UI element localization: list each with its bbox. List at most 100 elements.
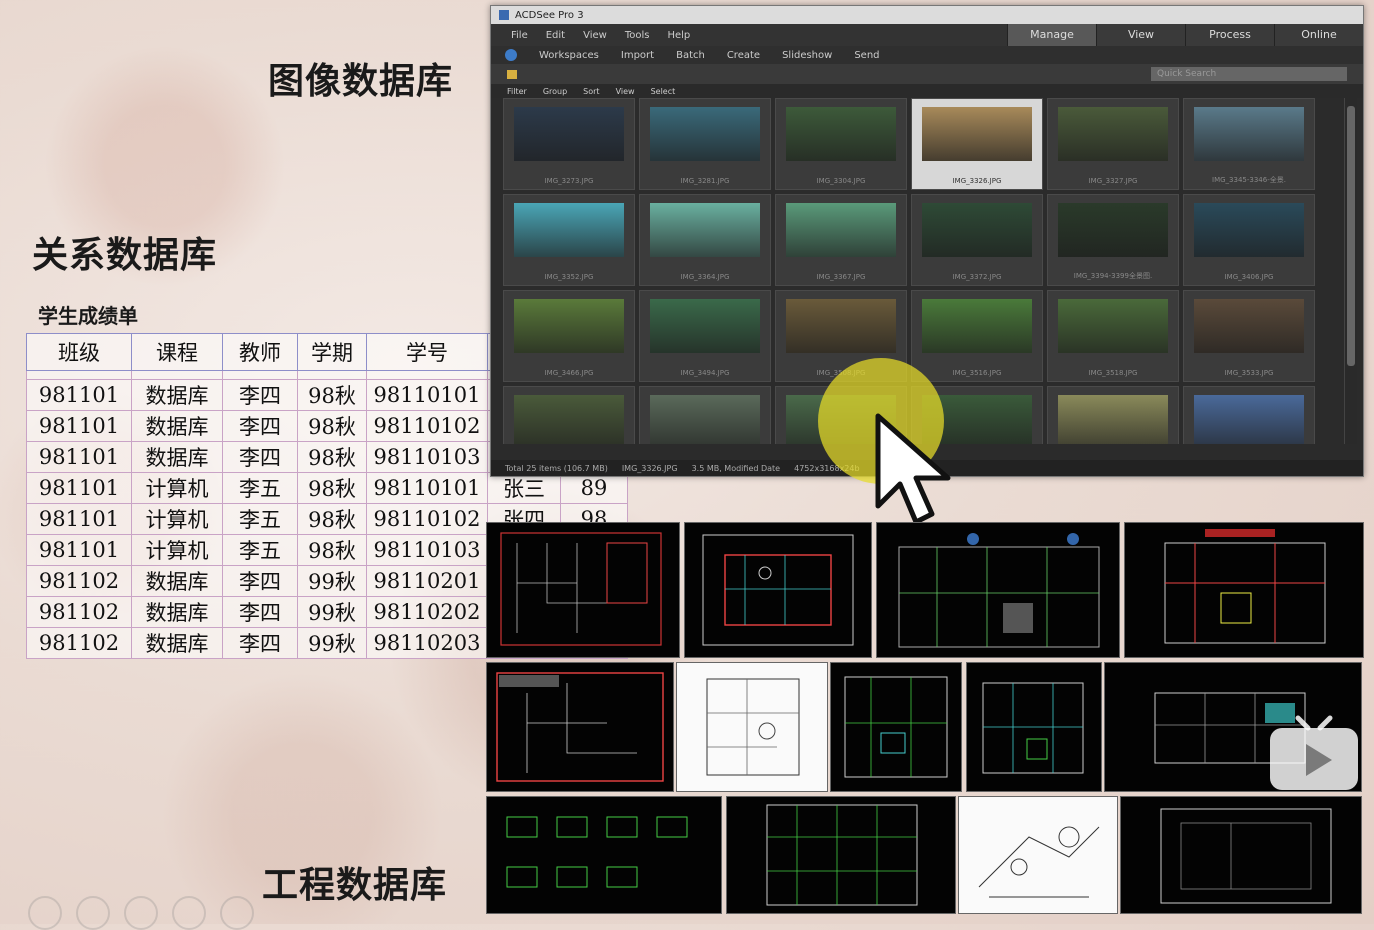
thumbnail-filename: IMG_3367.JPG	[816, 273, 866, 281]
table-cell: 981101	[26, 503, 132, 535]
thumbnail-item[interactable]: IMG_3394-3399全景图.	[1047, 194, 1179, 286]
thumbnail-filename: IMG_3352.JPG	[544, 273, 594, 281]
table-cell: 98秋	[297, 534, 367, 566]
group-menu[interactable]: Group	[543, 87, 567, 96]
table-cell: 计算机	[131, 534, 223, 566]
tab-view[interactable]: View	[1096, 24, 1185, 46]
thumbnail-image	[1058, 299, 1168, 353]
cad-drawing-4	[1124, 522, 1364, 658]
table-cell: 计算机	[131, 472, 223, 504]
folder-icon	[507, 69, 517, 79]
select-menu[interactable]: Select	[651, 87, 676, 96]
thumbnail-item[interactable]	[1047, 386, 1179, 444]
table-cell: 李四	[222, 565, 298, 597]
cad-drawing-8	[966, 662, 1102, 792]
thumbnail-item[interactable]: IMG_3352.JPG	[503, 194, 635, 286]
table-cell: 981101	[26, 410, 132, 442]
table-cell: 981101	[26, 472, 132, 504]
thumbnail-item[interactable]	[639, 386, 771, 444]
thumbnail-filename: IMG_3364.JPG	[680, 273, 730, 281]
table-cell: 98秋	[297, 472, 367, 504]
thumbnail-image	[1194, 299, 1304, 353]
thumbnail-item[interactable]: IMG_3406.JPG	[1183, 194, 1315, 286]
mode-tabs: Manage View Process Online	[1007, 24, 1363, 46]
thumbnail-item[interactable]: IMG_3327.JPG	[1047, 98, 1179, 190]
more-icon[interactable]	[220, 896, 254, 930]
thumbnail-filename: IMG_3304.JPG	[816, 177, 866, 185]
pen-icon[interactable]	[76, 896, 110, 930]
table-cell: 98110203	[366, 627, 488, 659]
thumbnail-item[interactable]: IMG_3533.JPG	[1183, 290, 1315, 382]
nav-back-icon[interactable]	[505, 49, 517, 61]
slideshow-menu[interactable]: Slideshow	[782, 50, 832, 61]
thumbnail-item[interactable]: IMG_3518.JPG	[1047, 290, 1179, 382]
status-total: Total 25 items (106.7 MB)	[505, 463, 608, 473]
video-play-icon[interactable]	[1268, 714, 1360, 794]
menu-file[interactable]: File	[511, 30, 528, 41]
thumbnail-image	[514, 395, 624, 444]
thumbnail-image	[1058, 203, 1168, 257]
thumbnail-filename: IMG_3516.JPG	[952, 369, 1002, 377]
sort-menu[interactable]: Sort	[583, 87, 599, 96]
thumbnail-item[interactable]: IMG_3345-3346-全景.	[1183, 98, 1315, 190]
thumbnail-image	[650, 299, 760, 353]
import-menu[interactable]: Import	[621, 50, 654, 61]
slides-icon[interactable]	[124, 896, 158, 930]
thumbnail-item[interactable]: IMG_3304.JPG	[775, 98, 907, 190]
scroll-thumb[interactable]	[1347, 106, 1355, 366]
thumbnail-image	[1058, 395, 1168, 444]
thumbnail-item[interactable]	[1183, 386, 1315, 444]
thumbnail-item[interactable]: IMG_3326.JPG	[911, 98, 1043, 190]
workspaces-menu[interactable]: Workspaces	[539, 50, 599, 61]
cad-drawing-12	[958, 796, 1118, 914]
thumbnail-filename: IMG_3327.JPG	[1088, 177, 1138, 185]
prev-icon[interactable]	[28, 896, 62, 930]
create-menu[interactable]: Create	[727, 50, 760, 61]
table-cell: 李四	[222, 596, 298, 628]
table-row: 981101 计算机 李五 98秋 98110101 张三 89	[26, 472, 628, 504]
menu-edit[interactable]: Edit	[546, 30, 565, 41]
tab-process[interactable]: Process	[1185, 24, 1274, 46]
table-cell: 98110201	[366, 565, 488, 597]
table-cell: 张三	[487, 472, 561, 504]
send-menu[interactable]: Send	[854, 50, 879, 61]
table-cell: 李四	[222, 410, 298, 442]
table-cell: 数据库	[131, 627, 223, 659]
thumbnail-item[interactable]: IMG_3516.JPG	[911, 290, 1043, 382]
thumbnail-item[interactable]: IMG_3494.JPG	[639, 290, 771, 382]
grade-table-caption: 学生成绩单	[38, 304, 138, 328]
menu-view[interactable]: View	[583, 30, 607, 41]
thumbnail-image	[514, 203, 624, 257]
thumbnail-image	[1194, 107, 1304, 161]
thumbnail-item[interactable]: IMG_3364.JPG	[639, 194, 771, 286]
table-cell: 99秋	[297, 565, 367, 597]
thumbnail-filename: IMG_3533.JPG	[1224, 369, 1274, 377]
header-course: 课程	[131, 333, 223, 371]
filter-menu[interactable]: Filter	[507, 87, 527, 96]
menu-tools[interactable]: Tools	[625, 30, 650, 41]
zoom-icon[interactable]	[172, 896, 206, 930]
thumbnail-item[interactable]: IMG_3273.JPG	[503, 98, 635, 190]
thumbnail-item[interactable]: IMG_3466.JPG	[503, 290, 635, 382]
thumbnail-item[interactable]	[503, 386, 635, 444]
thumbnail-image	[922, 107, 1032, 161]
thumbnail-item[interactable]: IMG_3367.JPG	[775, 194, 907, 286]
quick-search-input[interactable]: Quick Search	[1151, 67, 1347, 81]
thumbnail-filename: IMG_3494.JPG	[680, 369, 730, 377]
tab-manage[interactable]: Manage	[1007, 24, 1096, 46]
thumbnail-scrollbar[interactable]	[1344, 98, 1357, 444]
batch-menu[interactable]: Batch	[676, 50, 705, 61]
header-term: 学期	[297, 333, 367, 371]
table-cell: 99秋	[297, 596, 367, 628]
table-cell: 98秋	[297, 410, 367, 442]
table-cell: 981101	[26, 534, 132, 566]
status-filename: IMG_3326.JPG	[621, 463, 678, 473]
tab-online[interactable]: Online	[1274, 24, 1363, 46]
thumbnail-item[interactable]: IMG_3281.JPG	[639, 98, 771, 190]
thumbnail-item[interactable]: IMG_3372.JPG	[911, 194, 1043, 286]
table-cell: 98110103	[366, 534, 488, 566]
table-cell: 98秋	[297, 503, 367, 535]
view-menu[interactable]: View	[616, 87, 635, 96]
menu-help[interactable]: Help	[667, 30, 690, 41]
thumbnail-image	[514, 299, 624, 353]
